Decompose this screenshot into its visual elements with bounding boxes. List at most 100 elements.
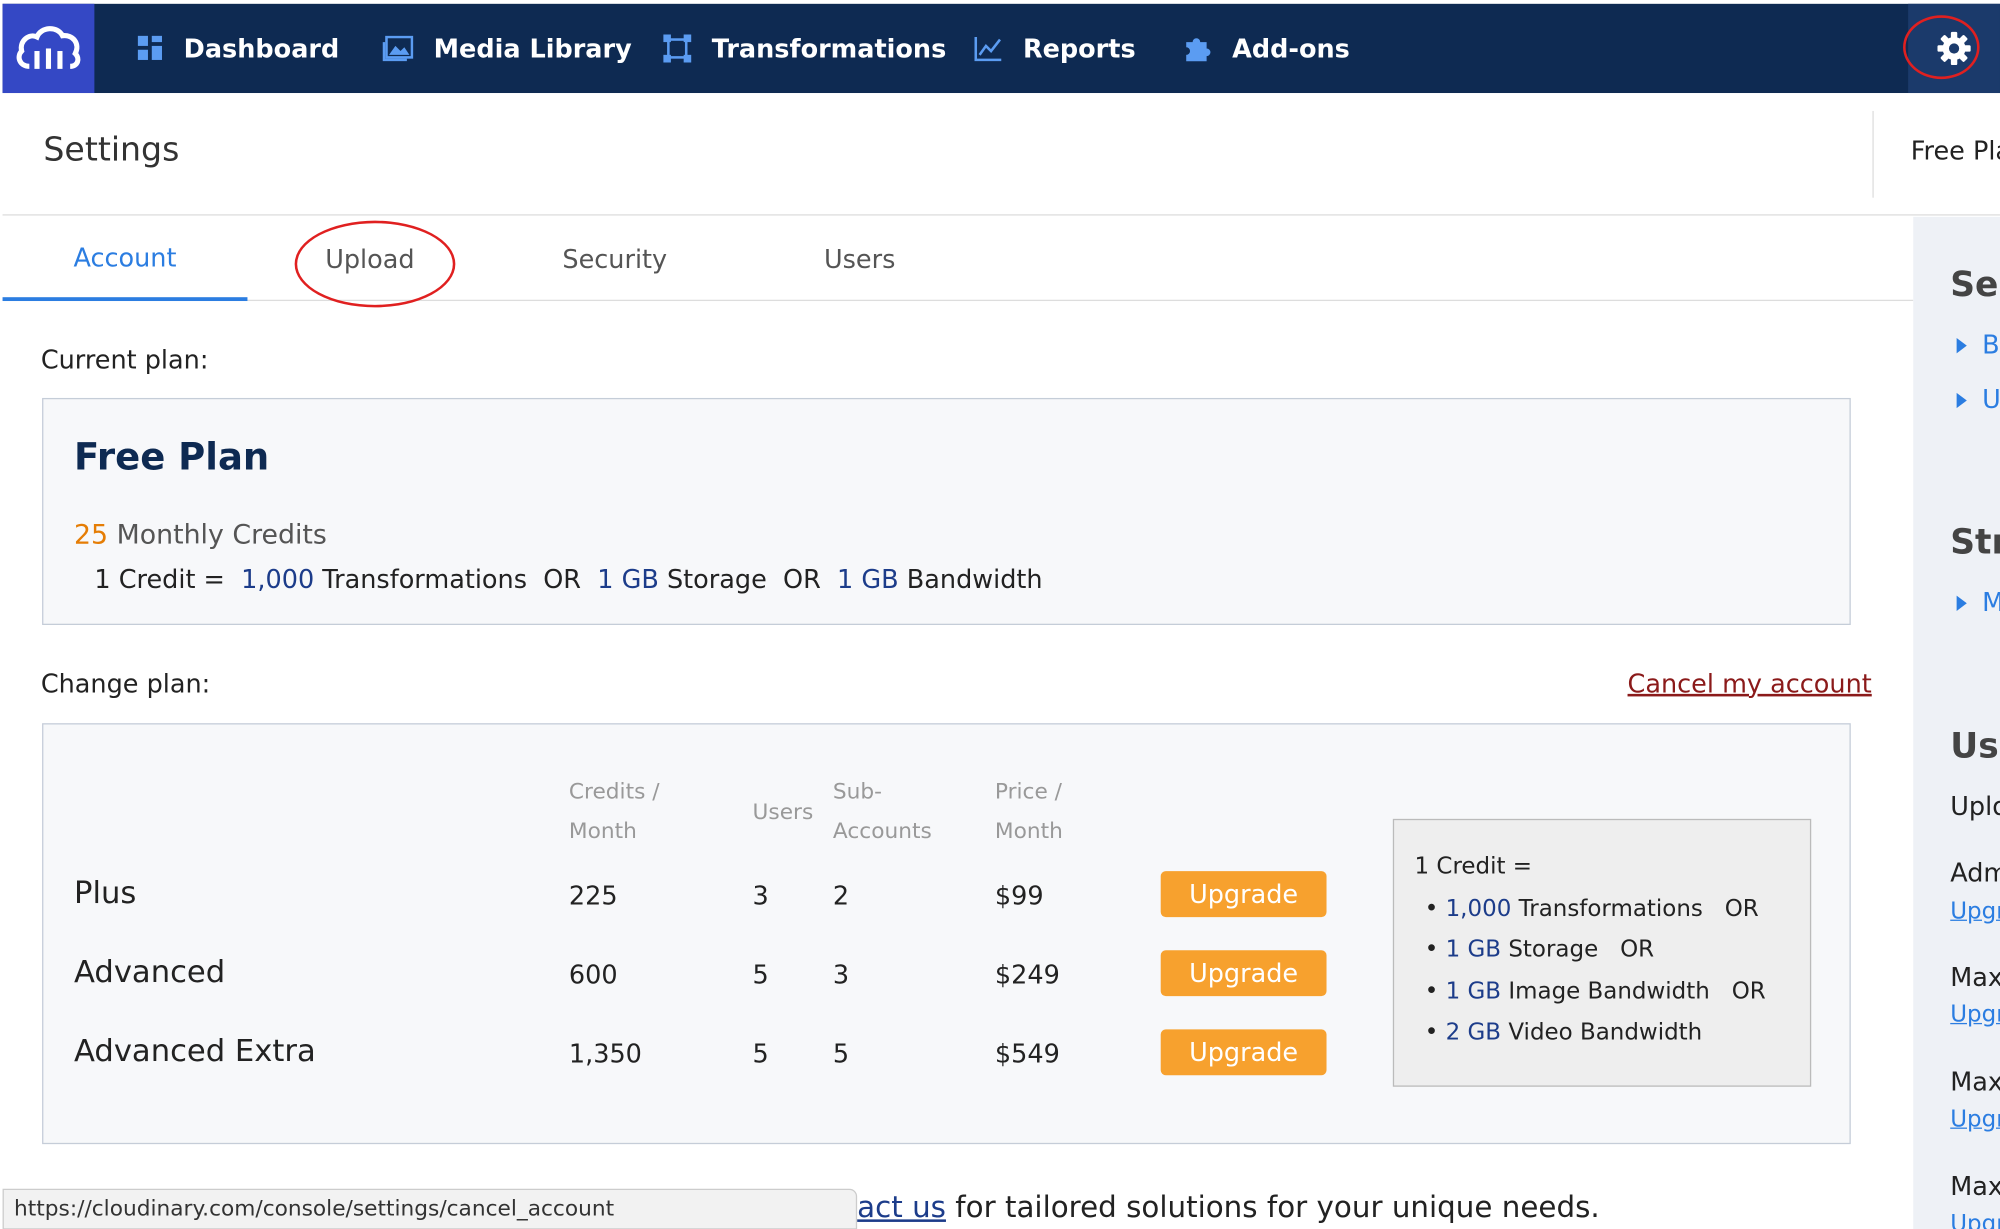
plan-row-users: 5	[752, 959, 769, 990]
nav-addons[interactable]: Add-ons	[1184, 4, 1350, 93]
sidebar-heading-1: Sel	[1950, 265, 2000, 305]
sidebar-link[interactable]: B	[1956, 329, 2000, 360]
usage-upgrade-link[interactable]: Upgr	[1950, 1106, 2000, 1133]
plan-row-price: $99	[994, 880, 1044, 911]
plan-row-name: Advanced	[73, 954, 226, 990]
credit-info-value: 1 GB	[1445, 936, 1502, 964]
credit-info-label: Image Bandwidth	[1508, 978, 1710, 1006]
image-icon	[382, 35, 414, 62]
nav-media-library[interactable]: Media Library	[382, 4, 632, 93]
header-price-line1: Price /	[994, 779, 1062, 805]
highlight-circle-settings	[1903, 15, 1980, 80]
credit-info-item: • 1,000 Transformations OR	[1424, 895, 1759, 923]
tab-users[interactable]: Users	[737, 217, 982, 301]
cancel-account-link[interactable]: Cancel my account	[1628, 668, 1872, 699]
credit-equivalence: 1 Credit = 1,000 Transformations OR 1 GB…	[94, 564, 1042, 595]
credit-info-item: • 2 GB Video Bandwidth	[1424, 1019, 1703, 1046]
usage-item-label: Max	[1950, 961, 2000, 993]
monthly-credits: 25 Monthly Credits	[74, 519, 327, 550]
change-plan-box: Credits / Month Users Sub- Accounts Pric…	[42, 723, 1851, 1145]
nav-reports[interactable]: Reports	[974, 4, 1136, 93]
eq-bw-value: 1 GB	[837, 563, 899, 595]
caret-right-icon	[1956, 338, 1967, 354]
usage-upgrade-link[interactable]: Upgr	[1950, 1210, 2000, 1229]
header-subaccounts: Sub- Accounts	[833, 773, 932, 852]
credit-info-or: OR	[1620, 936, 1655, 964]
upgrade-advanced-extra-button[interactable]: Upgrade	[1160, 1029, 1327, 1076]
header-plan-label[interactable]: Free Pla	[1911, 135, 2000, 166]
nav-transformations[interactable]: Transformations	[663, 4, 946, 93]
credit-info-label: Storage	[1508, 936, 1599, 964]
settings-tabs: Account Upload Security Users	[2, 217, 1914, 302]
upgrade-plus-button[interactable]: Upgrade	[1160, 871, 1327, 918]
credit-info-value: 1,000	[1445, 895, 1512, 923]
sidebar-link-label: M	[1982, 587, 2000, 618]
sidebar-link-label: B	[1982, 329, 2000, 360]
crop-icon	[663, 34, 692, 63]
page-title: Settings	[43, 131, 180, 170]
right-sidebar: Sel B U Str M Usa Uplo Adm Upgr Max Upgr…	[1913, 216, 2000, 1229]
grid-icon	[137, 35, 162, 60]
browser-status-bar: https://cloudinary.com/console/settings/…	[2, 1188, 858, 1229]
eq-trans-label: Transformations	[322, 563, 527, 595]
usage-upgrade-link[interactable]: Upgr	[1950, 898, 2000, 925]
nav-dashboard[interactable]: Dashboard	[137, 4, 340, 93]
credits-value: 25	[73, 519, 109, 550]
credit-info-value: 2 GB	[1445, 1019, 1502, 1046]
header-credits-line1: Credits /	[568, 779, 660, 805]
header-subaccounts-line2: Accounts	[832, 818, 932, 845]
contact-us-link[interactable]: act us	[857, 1191, 946, 1224]
eq-bw-label: Bandwidth	[906, 563, 1043, 595]
tab-security[interactable]: Security	[492, 217, 737, 301]
credit-info-label: Transformations	[1518, 895, 1703, 923]
eq-storage-label: Storage	[666, 563, 767, 595]
header-subaccounts-line1: Sub-	[832, 779, 883, 805]
current-plan-label: Current plan:	[40, 344, 209, 375]
plan-row-price: $549	[994, 1038, 1060, 1069]
change-plan-label: Change plan:	[40, 668, 211, 699]
page-header: Settings Free Pla	[2, 93, 2000, 216]
usage-item-label: Uplo	[1950, 790, 2000, 822]
credit-info-value: 1 GB	[1445, 978, 1502, 1006]
usage-upgrade-link[interactable]: Upgr	[1950, 1001, 2000, 1028]
nav-media-library-label: Media Library	[433, 33, 632, 64]
caret-right-icon	[1956, 595, 1967, 611]
credit-info-label: Video Bandwidth	[1508, 1019, 1703, 1046]
current-plan-box: Free Plan 25 Monthly Credits 1 Credit = …	[42, 397, 1851, 625]
sidebar-link[interactable]: M	[1956, 587, 2000, 618]
sidebar-heading-3: Usa	[1950, 727, 2000, 767]
footer-contact-text: act us for tailored solutions for your u…	[857, 1191, 1600, 1224]
eq-trans-value: 1,000	[241, 563, 315, 595]
nav-transformations-label: Transformations	[711, 33, 947, 64]
cloud-logo-icon	[16, 26, 81, 69]
usage-item-label: Adm	[1950, 857, 2000, 888]
footer-tagline: for tailored solutions for your unique n…	[945, 1191, 1600, 1225]
eq-storage-value: 1 GB	[597, 563, 659, 595]
cloudinary-logo[interactable]	[2, 3, 95, 94]
tab-account[interactable]: Account	[2, 217, 248, 302]
caret-right-icon	[1956, 392, 1967, 409]
credits-label: Monthly Credits	[116, 519, 327, 550]
header-divider	[1872, 110, 1874, 198]
sidebar-link[interactable]: U	[1956, 383, 2000, 415]
nav-dashboard-label: Dashboard	[183, 33, 340, 64]
header-credits: Credits / Month	[569, 773, 660, 852]
plan-row-users: 3	[752, 880, 769, 911]
plan-row-name: Advanced Extra	[73, 1033, 316, 1069]
credit-info-item: • 1 GB Image Bandwidth OR	[1424, 978, 1766, 1006]
nav-reports-label: Reports	[1022, 33, 1136, 64]
sidebar-link-label: U	[1982, 383, 2000, 415]
usage-item-label: Max	[1950, 1066, 2000, 1097]
credit-info-item: • 1 GB Storage OR	[1424, 936, 1655, 964]
chart-icon	[974, 36, 1002, 62]
upgrade-advanced-button[interactable]: Upgrade	[1160, 950, 1327, 997]
eq-or: OR	[543, 563, 582, 595]
header-price-line2: Month	[994, 818, 1063, 845]
header-credits-line2: Month	[568, 818, 637, 845]
credit-info-or: OR	[1731, 978, 1766, 1006]
credit-info-or: OR	[1724, 895, 1759, 923]
plan-row-users: 5	[752, 1038, 769, 1069]
plan-row-subaccounts: 5	[832, 1038, 850, 1069]
current-plan-name: Free Plan	[73, 434, 270, 479]
plan-row-subaccounts: 2	[832, 880, 850, 911]
